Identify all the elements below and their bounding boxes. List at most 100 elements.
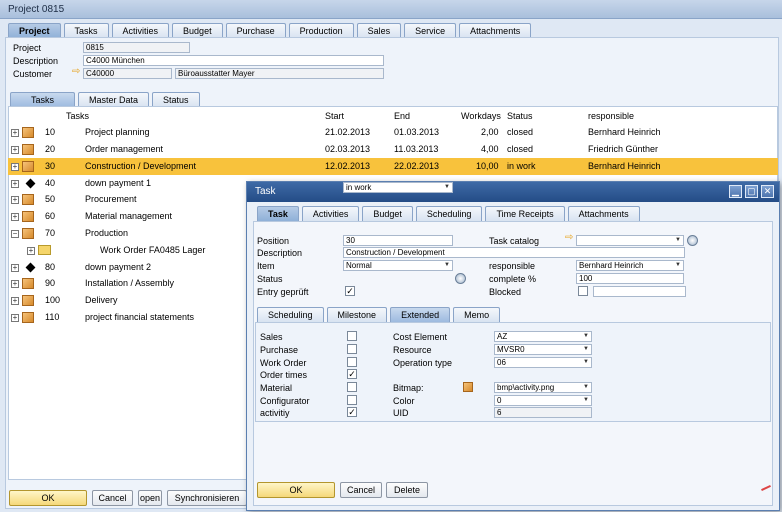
cost-element-select[interactable]: AZ bbox=[494, 331, 592, 342]
link-arrow-icon[interactable]: ⇨ bbox=[565, 232, 573, 243]
link-arrow-icon[interactable]: ⇨ bbox=[72, 66, 80, 77]
milestone-icon bbox=[25, 262, 36, 273]
ok-button[interactable]: OK bbox=[9, 490, 87, 506]
bitmap-select[interactable]: bmp\activity.png bbox=[494, 382, 592, 393]
blocked-checkbox[interactable] bbox=[578, 286, 588, 296]
dialog-tab-activities[interactable]: Activities bbox=[301, 206, 360, 221]
inner-tab-scheduling[interactable]: Scheduling bbox=[257, 307, 324, 322]
row-name: Material management bbox=[85, 211, 173, 221]
project-field[interactable]: 0815 bbox=[83, 42, 190, 53]
tab-production[interactable]: Production bbox=[288, 23, 354, 38]
table-row-selected[interactable]: + 30 Construction / Development 12.02.20… bbox=[8, 158, 778, 175]
dialog-cancel-button[interactable]: Cancel bbox=[340, 482, 382, 498]
item-select[interactable]: Normal bbox=[343, 260, 453, 271]
tab-tasks-sub[interactable]: Tasks bbox=[10, 92, 76, 107]
material-checkbox[interactable] bbox=[347, 382, 357, 392]
row-status: in work bbox=[507, 161, 536, 171]
cube-icon bbox=[22, 144, 34, 155]
expand-icon[interactable]: + bbox=[11, 163, 19, 171]
customer-code-field[interactable]: C40000 bbox=[83, 68, 172, 79]
column-tasks[interactable]: Tasks bbox=[66, 111, 89, 121]
dialog-tab-time-receipts[interactable]: Time Receipts bbox=[485, 206, 565, 221]
status-info-icon[interactable] bbox=[455, 273, 466, 284]
row-number: 10 bbox=[45, 127, 56, 137]
expand-icon[interactable]: + bbox=[11, 129, 19, 137]
resource-select[interactable]: MVSR0 bbox=[494, 344, 592, 355]
row-number: 100 bbox=[45, 295, 61, 305]
column-end[interactable]: End bbox=[394, 111, 410, 121]
maximize-icon[interactable]: ▢ bbox=[745, 185, 758, 198]
column-responsible[interactable]: responsible bbox=[588, 111, 634, 121]
expand-icon[interactable]: + bbox=[11, 314, 19, 322]
cube-icon bbox=[22, 295, 34, 306]
inner-tab-memo[interactable]: Memo bbox=[453, 307, 501, 322]
tab-sales[interactable]: Sales bbox=[356, 23, 402, 38]
complete-field[interactable]: 100 bbox=[576, 273, 684, 284]
row-name: Order management bbox=[85, 144, 164, 154]
dialog-ok-button[interactable]: OK bbox=[257, 482, 335, 498]
tab-budget[interactable]: Budget bbox=[172, 23, 223, 38]
dialog-tab-scheduling[interactable]: Scheduling bbox=[415, 206, 483, 221]
window-title: Project 0815 bbox=[0, 0, 782, 19]
customer-label: Customer bbox=[13, 69, 53, 79]
tab-tasks[interactable]: Tasks bbox=[63, 23, 109, 38]
position-label: Position bbox=[257, 236, 290, 246]
status-select[interactable]: in work bbox=[343, 182, 453, 193]
tab-project[interactable]: Project bbox=[8, 23, 61, 38]
task-catalog-select[interactable] bbox=[576, 235, 684, 246]
entry-checked-checkbox[interactable]: ✓ bbox=[345, 286, 355, 296]
expand-icon[interactable]: + bbox=[27, 247, 35, 255]
color-select[interactable]: 0 bbox=[494, 395, 592, 406]
configurator-checkbox[interactable] bbox=[347, 395, 357, 405]
close-icon[interactable]: ✕ bbox=[761, 185, 774, 198]
row-responsible: Bernhard Heinrich bbox=[588, 127, 661, 137]
row-number: 90 bbox=[45, 278, 56, 288]
expand-icon[interactable]: + bbox=[11, 280, 19, 288]
responsible-select[interactable]: Bernhard Heinrich bbox=[576, 260, 684, 271]
position-field[interactable]: 30 bbox=[343, 235, 453, 246]
tab-master-data[interactable]: Master Data bbox=[78, 92, 150, 107]
description-label: Description bbox=[13, 56, 59, 66]
table-row[interactable]: + 20 Order management 02.03.2013 11.03.2… bbox=[8, 141, 778, 158]
expand-icon[interactable]: + bbox=[11, 213, 19, 221]
row-status: closed bbox=[507, 144, 534, 154]
expand-icon[interactable]: + bbox=[11, 297, 19, 305]
dialog-tab-task[interactable]: Task bbox=[257, 206, 299, 221]
tab-attachments[interactable]: Attachments bbox=[459, 23, 532, 38]
tab-purchase[interactable]: Purchase bbox=[225, 23, 286, 38]
cancel-button[interactable]: Cancel bbox=[92, 490, 133, 506]
column-workdays[interactable]: Workdays bbox=[461, 111, 501, 121]
order-times-label: Order times bbox=[260, 370, 308, 380]
collapse-icon[interactable]: − bbox=[11, 230, 19, 238]
blocked-field[interactable] bbox=[593, 286, 686, 297]
table-row[interactable]: + 10 Project planning 21.02.2013 01.03.2… bbox=[8, 124, 778, 141]
row-number: 30 bbox=[45, 161, 56, 171]
tab-status[interactable]: Status bbox=[152, 92, 200, 107]
expand-icon[interactable]: + bbox=[11, 146, 19, 154]
inner-tab-extended[interactable]: Extended bbox=[390, 307, 451, 322]
dialog-description-field[interactable]: Construction / Development bbox=[343, 247, 685, 258]
order-times-checkbox[interactable]: ✓ bbox=[347, 369, 357, 379]
column-status[interactable]: Status bbox=[507, 111, 533, 121]
tab-service[interactable]: Service bbox=[404, 23, 457, 38]
project-label: Project bbox=[13, 43, 42, 53]
synchronize-button[interactable]: Synchronisieren bbox=[167, 490, 247, 506]
inner-tab-milestone[interactable]: Milestone bbox=[326, 307, 388, 322]
expand-icon[interactable]: + bbox=[11, 196, 19, 204]
dialog-delete-button[interactable]: Delete bbox=[386, 482, 428, 498]
description-field[interactable]: C4000 München bbox=[83, 55, 384, 66]
work-order-checkbox[interactable] bbox=[347, 357, 357, 367]
activity-checkbox[interactable]: ✓ bbox=[347, 407, 357, 417]
minimize-icon[interactable]: ▁ bbox=[729, 185, 742, 198]
sales-checkbox[interactable] bbox=[347, 331, 357, 341]
search-icon[interactable] bbox=[687, 235, 698, 246]
operation-type-select[interactable]: 06 bbox=[494, 357, 592, 368]
purchase-checkbox[interactable] bbox=[347, 344, 357, 354]
dialog-tab-budget[interactable]: Budget bbox=[362, 206, 413, 221]
column-start[interactable]: Start bbox=[325, 111, 344, 121]
expand-icon[interactable]: + bbox=[11, 264, 19, 272]
open-button[interactable]: open bbox=[138, 490, 162, 506]
expand-icon[interactable]: + bbox=[11, 180, 19, 188]
tab-activities[interactable]: Activities bbox=[111, 23, 170, 38]
dialog-tab-attachments[interactable]: Attachments bbox=[567, 206, 640, 221]
